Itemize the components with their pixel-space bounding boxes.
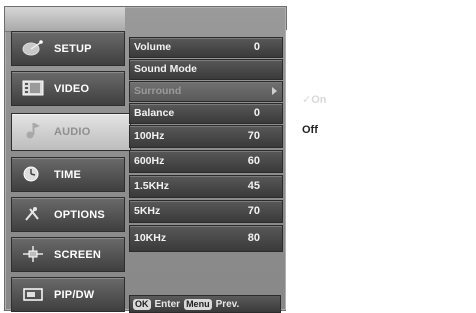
screen-move-icon: [20, 244, 46, 264]
eq-5khz-row[interactable]: 5KHz 70: [129, 200, 283, 223]
sidebar-item-label: PIP/DW: [54, 288, 95, 301]
setting-label: Balance: [134, 107, 175, 119]
sidebar-item-label: OPTIONS: [54, 208, 105, 221]
surround-option-on[interactable]: ✓On: [302, 93, 327, 106]
setting-label: 5KHz: [134, 205, 161, 217]
sidebar-item-label: AUDIO: [54, 126, 91, 138]
eq-10khz-row[interactable]: 10KHz 80: [129, 225, 283, 252]
sidebar-item-label: TIME: [54, 168, 82, 181]
enter-hint: Enter: [154, 298, 181, 310]
menu-key-badge: Menu: [184, 298, 212, 310]
sidebar-item-video[interactable]: VIDEO: [11, 71, 125, 106]
setting-label: 600Hz: [134, 155, 165, 167]
music-note-icon: [20, 120, 46, 140]
setting-label: 1.5KHz: [134, 180, 170, 192]
setting-label: Sound Mode: [134, 63, 197, 75]
sidebar-item-screen[interactable]: SCREEN: [11, 237, 125, 272]
sidebar-item-audio[interactable]: AUDIO: [11, 113, 131, 151]
eq-100hz-row[interactable]: 100Hz 70: [129, 125, 283, 148]
sidebar-item-label: SETUP: [54, 42, 92, 55]
audio-settings-list: Volume 0 Sound Mode Surround Balance 0 1…: [129, 37, 283, 313]
satellite-dish-icon: [20, 38, 46, 58]
ok-key-badge: OK: [133, 298, 151, 310]
surround-row[interactable]: Surround: [129, 81, 283, 102]
setting-value: 70: [247, 205, 260, 217]
setting-label: Surround: [134, 85, 182, 97]
balance-row[interactable]: Balance 0: [129, 103, 283, 124]
sidebar-item-setup[interactable]: SETUP: [11, 31, 125, 66]
sidebar: SETUP VIDEO AUDIO TIME OPTIONS SCREEN PI…: [11, 31, 131, 312]
setting-value: 0: [253, 107, 260, 119]
setting-value: 60: [247, 155, 260, 167]
surround-submenu: ✓On Off: [286, 30, 476, 311]
sidebar-item-options[interactable]: OPTIONS: [11, 197, 125, 232]
pip-icon: [20, 284, 46, 304]
setting-label: Volume: [134, 41, 172, 53]
sidebar-item-label: VIDEO: [54, 82, 90, 95]
tv-osd-screen: SETUP VIDEO AUDIO TIME OPTIONS SCREEN PI…: [0, 0, 476, 313]
setting-label: 100Hz: [134, 130, 165, 142]
setting-label: 10KHz: [134, 232, 167, 244]
sidebar-item-label: SCREEN: [54, 248, 102, 261]
eq-600hz-row[interactable]: 600Hz 60: [129, 150, 283, 173]
sound-mode-row[interactable]: Sound Mode: [129, 59, 283, 80]
setting-value: 45: [247, 180, 260, 192]
submenu-arrow-icon: [272, 87, 277, 95]
osd-panel: SETUP VIDEO AUDIO TIME OPTIONS SCREEN PI…: [4, 6, 287, 313]
key-hint-bar: OK Enter Menu Prev.: [129, 295, 281, 313]
tools-icon: [20, 204, 46, 224]
setting-value: 0: [253, 41, 260, 53]
setting-value: 70: [247, 130, 260, 142]
sidebar-item-time[interactable]: TIME: [11, 157, 125, 192]
setting-value: 80: [247, 232, 260, 244]
prev-hint: Prev.: [215, 298, 240, 310]
volume-row[interactable]: Volume 0: [129, 37, 283, 58]
film-icon: [20, 78, 46, 98]
surround-option-off[interactable]: Off: [302, 124, 318, 136]
osd-top-tab: [5, 7, 125, 32]
eq-1-5khz-row[interactable]: 1.5KHz 45: [129, 175, 283, 198]
sidebar-item-pip-dw[interactable]: PIP/DW: [11, 277, 125, 312]
clock-icon: [20, 164, 46, 184]
